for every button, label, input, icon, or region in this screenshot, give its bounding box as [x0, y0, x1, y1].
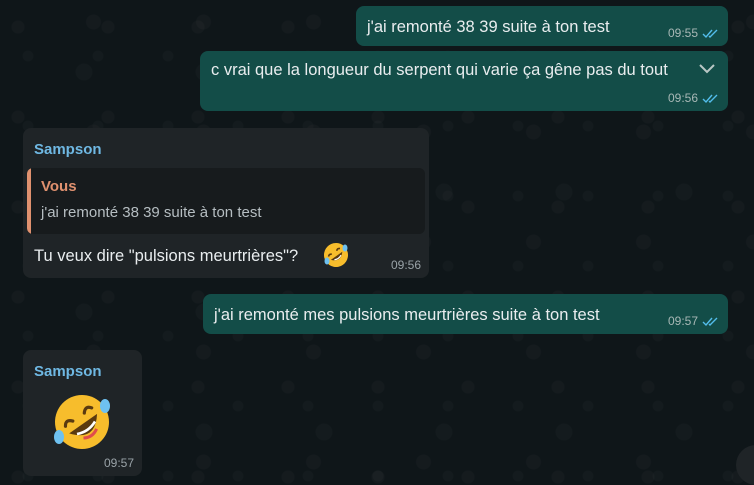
message-time: 09:56 [667, 91, 698, 105]
message-time: 09:57 [667, 314, 698, 328]
outgoing-message[interactable]: j'ai remonté 38 39 suite à ton test 09:5… [356, 6, 728, 46]
message-meta: 09:57 [668, 314, 720, 328]
sender-name[interactable]: Sampson [34, 363, 102, 380]
quote-accent-bar [27, 168, 31, 234]
chevron-down-icon[interactable] [696, 61, 718, 77]
message-time: 09:57 [103, 456, 134, 470]
outgoing-message[interactable]: j'ai remonté mes pulsions meurtrières su… [203, 294, 728, 334]
quote-text: j'ai remonté 38 39 suite à ton test [41, 204, 262, 221]
rolling-laughing-emoji-icon [324, 243, 348, 267]
message-time: 09:56 [390, 258, 421, 272]
outgoing-message[interactable]: c vrai que la longueur du serpent qui va… [200, 51, 728, 111]
message-meta: 09:55 [668, 26, 720, 40]
message-text: c vrai que la longueur du serpent qui va… [211, 61, 668, 79]
message-text: j'ai remonté mes pulsions meurtrières su… [214, 306, 600, 324]
quote-author: Vous [41, 178, 77, 195]
message-meta: 09:56 [391, 258, 421, 272]
message-text: Tu veux dire "pulsions meurtrières"? [34, 247, 299, 265]
double-check-icon [702, 94, 718, 103]
message-meta: 09:57 [104, 456, 134, 470]
incoming-message[interactable]: Sampson Vous j'ai remonté 38 39 suite à … [23, 128, 429, 278]
incoming-message[interactable]: Sampson 09:57 [23, 350, 142, 476]
message-time: 09:55 [667, 26, 698, 40]
double-check-icon [702, 29, 718, 38]
rolling-laughing-emoji-icon [54, 395, 110, 449]
message-menu[interactable] [688, 61, 720, 77]
message-text: j'ai remonté 38 39 suite à ton test [367, 18, 610, 36]
message-meta: 09:56 [668, 91, 720, 105]
sender-name[interactable]: Sampson [34, 141, 102, 158]
double-check-icon [702, 317, 718, 326]
quoted-message[interactable]: Vous j'ai remonté 38 39 suite à ton test [27, 168, 425, 234]
